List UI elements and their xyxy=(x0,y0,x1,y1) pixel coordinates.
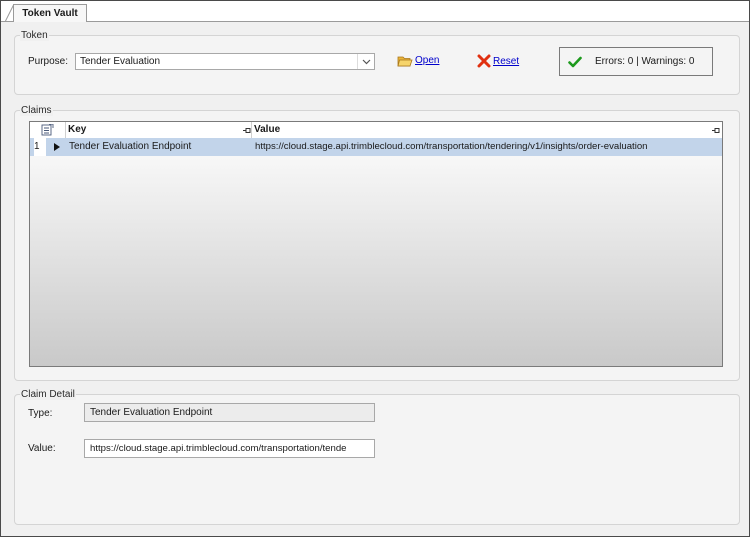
pin-icon[interactable] xyxy=(712,127,720,134)
check-icon xyxy=(568,56,582,67)
column-header-value-label: Value xyxy=(254,124,281,135)
value-label: Value: xyxy=(28,443,56,454)
column-header-value[interactable]: Value xyxy=(251,122,722,138)
purpose-select-value: Tender Evaluation xyxy=(80,56,161,67)
value-field[interactable]: https://cloud.stage.api.trimblecloud.com… xyxy=(84,439,375,458)
claims-grid-header: Key Value xyxy=(30,122,722,139)
row-indicator-arrow-icon xyxy=(54,143,60,151)
claims-grid[interactable]: Key Value 1 Tender Evaluation Endpoint h… xyxy=(29,121,723,367)
claim-detail-group-title: Claim Detail xyxy=(20,389,76,400)
claim-value-cell[interactable]: https://cloud.stage.api.trimblecloud.com… xyxy=(255,138,718,156)
table-row[interactable]: 1 Tender Evaluation Endpoint https://clo… xyxy=(30,138,722,156)
type-label: Type: xyxy=(28,408,53,419)
validation-status-box: Errors: 0 | Warnings: 0 xyxy=(559,47,713,76)
tab-strip: Token Vault xyxy=(1,1,749,22)
validation-status-text: Errors: 0 | Warnings: 0 xyxy=(595,56,695,67)
tab-token-vault-label: Token Vault xyxy=(22,8,78,19)
type-field: Tender Evaluation Endpoint xyxy=(84,403,375,422)
open-button[interactable]: Open xyxy=(397,54,439,67)
tab-token-vault[interactable]: Token Vault xyxy=(13,4,87,22)
claim-key-cell[interactable]: Tender Evaluation Endpoint xyxy=(69,138,249,156)
reset-button[interactable]: Reset xyxy=(477,54,519,68)
column-header-key[interactable]: Key xyxy=(65,122,253,138)
row-number: 1 xyxy=(34,138,46,156)
reset-x-icon xyxy=(477,54,491,68)
token-group-title: Token xyxy=(20,30,49,41)
column-chooser-icon[interactable] xyxy=(41,124,54,136)
token-vault-window: Token Vault Token Purpose: Tender Evalua… xyxy=(0,0,750,537)
reset-button-label: Reset xyxy=(493,55,520,67)
column-header-key-label: Key xyxy=(68,124,87,135)
open-button-label: Open xyxy=(415,55,440,66)
chevron-down-icon[interactable] xyxy=(357,54,374,69)
claims-group-title: Claims xyxy=(20,105,53,116)
pin-icon[interactable] xyxy=(243,127,251,134)
open-folder-icon xyxy=(397,56,413,67)
purpose-select[interactable]: Tender Evaluation xyxy=(75,53,375,70)
purpose-label: Purpose: xyxy=(28,56,69,67)
